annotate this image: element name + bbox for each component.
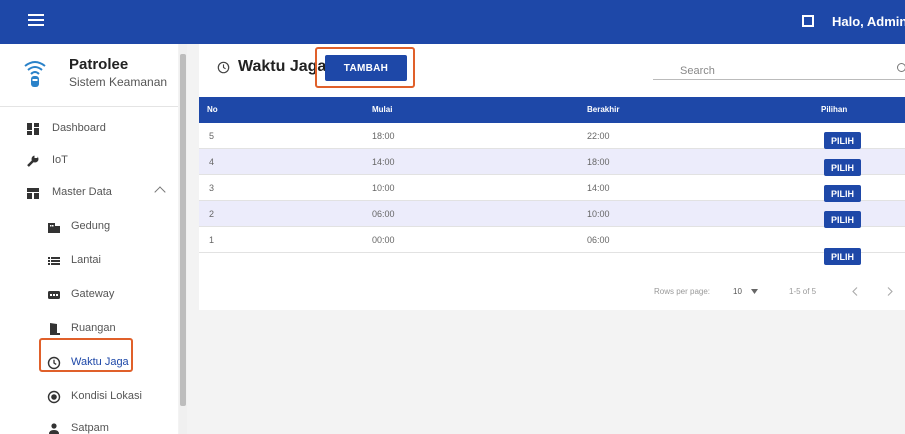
- sidebar-item-gateway[interactable]: Gateway: [0, 280, 178, 310]
- dashboard-icon: [27, 123, 39, 135]
- cell-mulai: 18:00: [372, 131, 395, 141]
- add-button[interactable]: TAMBAH: [325, 55, 407, 81]
- column-header-pilihan[interactable]: Pilihan: [821, 105, 847, 114]
- gateway-icon: [48, 291, 60, 299]
- table-row: 1 00:00 06:00: [199, 227, 905, 253]
- wrench-icon: [27, 155, 39, 167]
- storage-icon: [27, 188, 39, 199]
- sidebar: Patrolee Sistem Keamanan Dashboard IoT M…: [0, 44, 178, 434]
- scrollbar-thumb[interactable]: [180, 54, 186, 406]
- column-header-no[interactable]: No: [207, 105, 218, 114]
- sidebar-item-satpam[interactable]: Satpam: [0, 414, 178, 434]
- radio-icon: [47, 390, 61, 404]
- search-underline: [653, 79, 905, 80]
- sidebar-item-kondisi-lokasi[interactable]: Kondisi Lokasi: [0, 382, 178, 412]
- chevron-down-icon[interactable]: [751, 289, 758, 294]
- app-bar: Halo, Admin: [0, 0, 905, 44]
- user-greeting[interactable]: Halo, Admin: [832, 14, 905, 29]
- door-icon: [50, 323, 60, 335]
- cell-mulai: 10:00: [372, 183, 395, 193]
- pagination-range: 1-5 of 5: [789, 287, 817, 296]
- column-header-berakhir[interactable]: Berakhir: [587, 105, 619, 114]
- highlight-frame: [39, 338, 133, 372]
- sidebar-item-gedung[interactable]: Gedung: [0, 212, 178, 242]
- pilih-button[interactable]: PILIH: [824, 185, 861, 202]
- chevron-up-icon: [154, 186, 166, 198]
- sidebar-item-label: Gedung: [71, 220, 111, 232]
- cell-no: 1: [209, 235, 215, 245]
- sidebar-item-label: Master Data: [52, 186, 112, 198]
- patrolee-logo-icon: [24, 61, 46, 87]
- pilih-button[interactable]: PILIH: [824, 211, 861, 228]
- cell-mulai: 14:00: [372, 157, 395, 167]
- sidebar-item-master-data[interactable]: Master Data: [0, 178, 178, 208]
- sidebar-item-lantai[interactable]: Lantai: [0, 246, 178, 276]
- cell-berakhir: 06:00: [587, 235, 610, 245]
- table-row: 4 14:00 18:00: [199, 149, 905, 175]
- rows-per-page-select[interactable]: 10: [733, 287, 742, 296]
- cell-no: 3: [209, 183, 215, 193]
- sidebar-item-dashboard[interactable]: Dashboard: [0, 114, 178, 144]
- table-header: No Mulai Berakhir Pilihan: [199, 97, 905, 123]
- menu-icon[interactable]: [28, 14, 44, 28]
- sidebar-item-label: Dashboard: [52, 122, 106, 134]
- sidebar-item-label: IoT: [52, 154, 68, 166]
- sidebar-scrollbar[interactable]: [179, 44, 187, 434]
- pilih-button[interactable]: PILIH: [824, 132, 861, 149]
- clock-icon: [217, 61, 230, 74]
- cell-berakhir: 10:00: [587, 209, 610, 219]
- table-row: 5 18:00 22:00: [199, 123, 905, 149]
- cell-berakhir: 22:00: [587, 131, 610, 141]
- brand-title: Patrolee: [69, 56, 129, 73]
- table-row: 2 06:00 10:00: [199, 201, 905, 227]
- rows-per-page-label: Rows per page:: [654, 287, 711, 296]
- cell-no: 2: [209, 209, 215, 219]
- sidebar-item-label: Gateway: [71, 288, 115, 300]
- sidebar-divider: [0, 106, 178, 107]
- sidebar-item-label: Lantai: [71, 254, 101, 266]
- search-icon[interactable]: [897, 63, 905, 72]
- cell-mulai: 06:00: [372, 209, 395, 219]
- cell-no: 4: [209, 157, 215, 167]
- cell-berakhir: 18:00: [587, 157, 610, 167]
- sidebar-item-label: Satpam: [71, 422, 109, 434]
- cell-no: 5: [209, 131, 215, 141]
- person-icon: [49, 423, 59, 434]
- list-icon: [48, 257, 60, 265]
- sidebar-item-label: Ruangan: [71, 322, 116, 334]
- sidebar-item-label: Kondisi Lokasi: [71, 390, 142, 402]
- column-header-mulai[interactable]: Mulai: [372, 105, 392, 114]
- sidebar-item-iot[interactable]: IoT: [0, 146, 178, 176]
- page-title: Waktu Jaga: [238, 58, 327, 75]
- cell-mulai: 00:00: [372, 235, 395, 245]
- pilih-button[interactable]: PILIH: [824, 159, 861, 176]
- cell-berakhir: 14:00: [587, 183, 610, 193]
- brand-subtitle: Sistem Keamanan: [69, 75, 168, 89]
- search-input[interactable]: [678, 61, 892, 81]
- table-row: 3 10:00 14:00: [199, 175, 905, 201]
- building-icon: [48, 223, 60, 233]
- chevron-left-icon[interactable]: [852, 287, 858, 296]
- pilih-button[interactable]: PILIH: [824, 248, 861, 265]
- chevron-right-icon[interactable]: [887, 287, 893, 296]
- fullscreen-icon[interactable]: [802, 15, 814, 27]
